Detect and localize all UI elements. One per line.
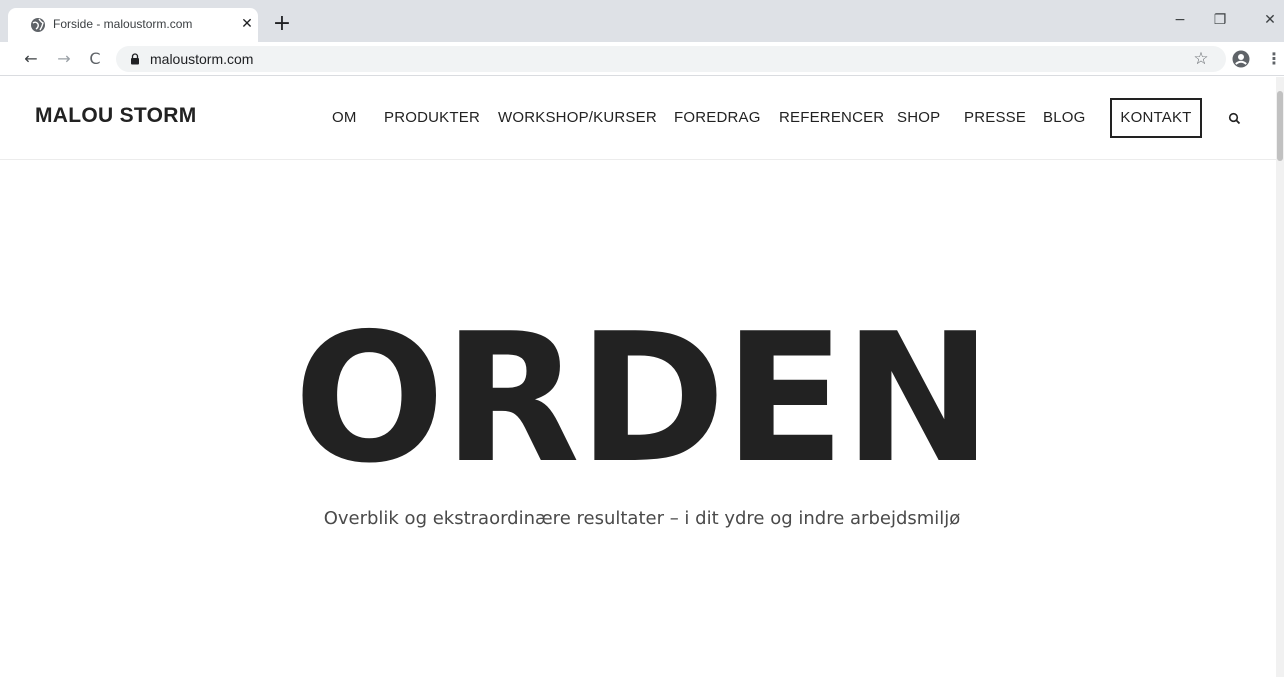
- back-arrow-icon[interactable]: ←: [20, 49, 42, 69]
- browser-tabstrip: Forside - maloustorm.com ✕ + − ❐ ✕: [0, 0, 1284, 42]
- reload-icon[interactable]: C: [84, 49, 106, 69]
- bookmark-star-icon[interactable]: ☆: [1190, 48, 1212, 70]
- main-nav: OM PRODUKTER WORKSHOP/KURSER FOREDRAG RE…: [0, 77, 1276, 160]
- account-icon[interactable]: [1232, 50, 1250, 68]
- nav-item-referencer[interactable]: REFERENCER: [779, 109, 884, 126]
- new-tab-button[interactable]: +: [270, 13, 294, 37]
- hero-subtitle: Overblik og ekstraordinære resultater – …: [323, 508, 961, 529]
- nav-item-blog[interactable]: BLOG: [1043, 109, 1085, 126]
- globe-icon: [31, 18, 45, 32]
- browser-tab-active[interactable]: Forside - maloustorm.com ✕: [8, 8, 258, 42]
- url-text[interactable]: maloustorm.com: [150, 51, 253, 67]
- forward-arrow-icon[interactable]: →: [53, 49, 75, 69]
- nav-item-workshop-kurser[interactable]: WORKSHOP/KURSER: [498, 109, 657, 126]
- window-restore-button[interactable]: ❐: [1208, 10, 1232, 30]
- tab-title: Forside - maloustorm.com: [53, 17, 193, 31]
- search-icon[interactable]: [1228, 112, 1242, 126]
- nav-item-om[interactable]: OM: [332, 109, 357, 126]
- window-close-button[interactable]: ✕: [1258, 10, 1282, 30]
- nav-item-foredrag[interactable]: FOREDRAG: [674, 109, 761, 126]
- address-bar[interactable]: maloustorm.com ☆: [116, 46, 1226, 72]
- scrollbar-thumb[interactable]: [1277, 91, 1283, 161]
- browser-toolbar: ← → C maloustorm.com ☆ ⋮: [0, 42, 1284, 76]
- lock-icon: [131, 53, 139, 65]
- site-header: MALOU STORM OM PRODUKTER WORKSHOP/KURSER…: [0, 77, 1276, 160]
- nav-item-presse[interactable]: PRESSE: [964, 109, 1026, 126]
- web-page: MALOU STORM OM PRODUKTER WORKSHOP/KURSER…: [0, 77, 1284, 677]
- page-scrollbar[interactable]: [1276, 77, 1284, 677]
- browser-menu-icon[interactable]: ⋮: [1266, 49, 1282, 69]
- contact-button[interactable]: KONTAKT: [1110, 98, 1202, 138]
- nav-item-shop[interactable]: SHOP: [897, 109, 940, 126]
- hero-title: ORDEN: [293, 295, 993, 502]
- tab-close-icon[interactable]: ✕: [238, 15, 256, 33]
- window-minimize-button[interactable]: −: [1168, 10, 1192, 30]
- nav-item-produkter[interactable]: PRODUKTER: [384, 109, 480, 126]
